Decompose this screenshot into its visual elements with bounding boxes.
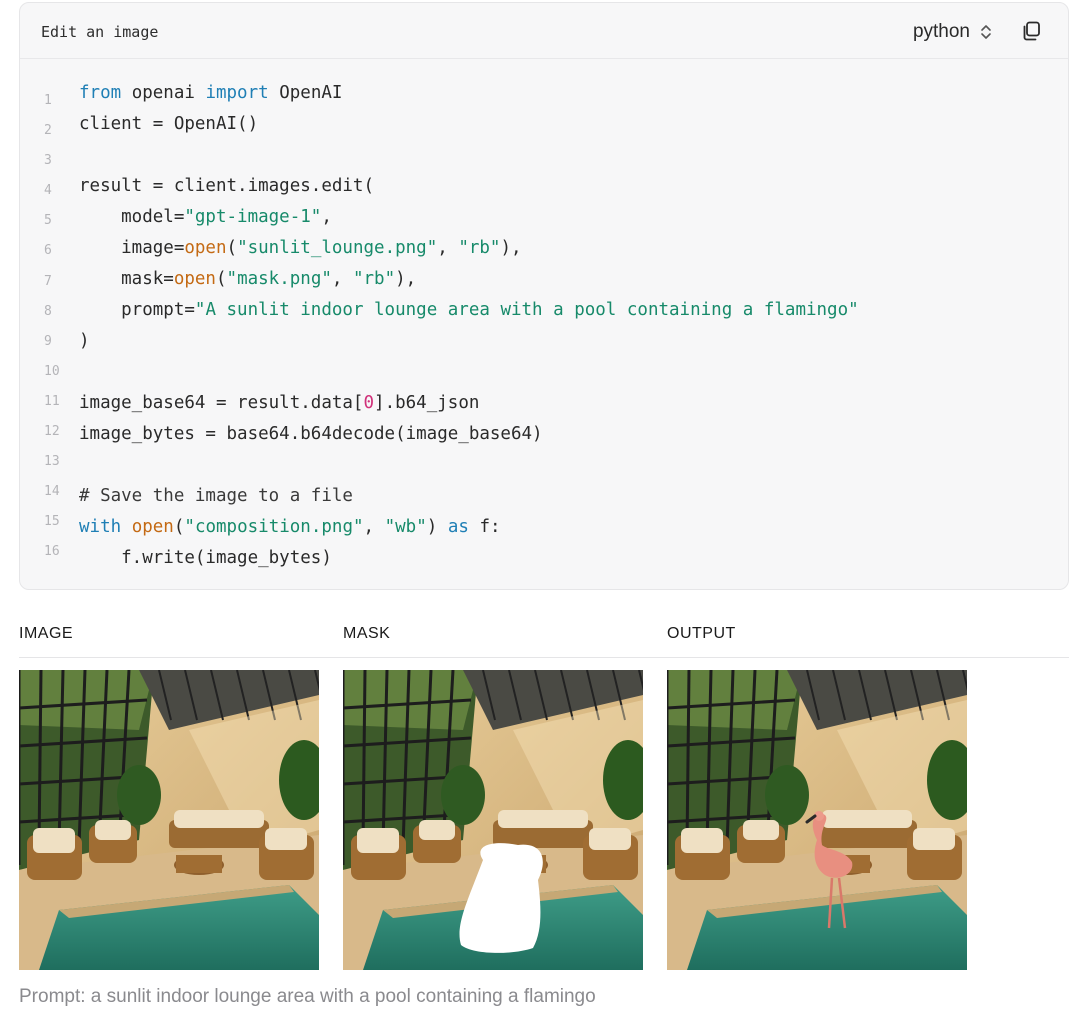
code-content: from openai import OpenAI client = OpenAI… <box>79 78 859 574</box>
code-token: "gpt-image-1" <box>184 207 322 227</box>
code-block-header: Edit an image python <box>20 3 1068 59</box>
code-token: "A sunlit indoor lounge area with a pool… <box>194 300 859 320</box>
code-token: , <box>437 238 459 258</box>
code-token: # Save the image to a file <box>79 486 353 506</box>
code-token: mask= <box>79 269 174 289</box>
code-token: ( <box>173 517 185 537</box>
code-token: "wb" <box>384 517 427 537</box>
code-line: from openai import OpenAI <box>79 78 859 109</box>
code-line: prompt="A sunlit indoor lounge area with… <box>79 295 859 326</box>
code-token: 0 <box>363 393 375 413</box>
column-label-output: OUTPUT <box>667 625 736 642</box>
code-body: 1 2 3 4 5 6 7 8 9 10 11 12 13 14 15 16 from openai impo… <box>20 60 1068 589</box>
code-line: model="gpt-image-1", <box>79 202 859 233</box>
code-token: open <box>173 269 216 289</box>
line-number: 4 <box>44 183 52 199</box>
code-token: image_bytes = base64.b64decode(image_bas… <box>79 424 543 444</box>
code-token: from <box>79 83 122 103</box>
line-number: 13 <box>44 454 60 470</box>
code-token: "rb" <box>352 269 396 289</box>
line-number: 3 <box>44 153 52 169</box>
line-number: 2 <box>44 123 52 139</box>
code-token: open <box>131 517 174 537</box>
code-token: ), <box>500 238 522 258</box>
line-number: 15 <box>44 514 60 530</box>
code-line: # Save the image to a file <box>79 481 859 512</box>
code-token: , <box>321 207 332 227</box>
code-token: image_base64 = result.data[ <box>79 393 364 413</box>
code-token: image= <box>79 238 185 258</box>
code-token: import <box>205 83 269 103</box>
code-token: f.write(image_bytes) <box>79 548 332 568</box>
line-number: 12 <box>44 424 60 440</box>
code-token: result = client.images.edit( <box>79 176 375 196</box>
code-block: Edit an image python 1 2 3 4 5 6 7 8 9 10 11 12 13 14… <box>19 2 1069 590</box>
code-token: "mask.png" <box>226 269 332 289</box>
code-token: , <box>331 269 353 289</box>
code-line: client = OpenAI() <box>79 109 859 140</box>
code-token: "sunlit_lounge.png" <box>237 238 438 258</box>
code-line: ) <box>79 326 859 357</box>
gallery-header: IMAGE MASK OUTPUT <box>19 622 1069 658</box>
chevron-up-down-icon <box>981 25 991 39</box>
code-token: as <box>447 517 469 537</box>
code-token: ) <box>426 517 448 537</box>
code-token: "composition.png" <box>184 517 364 537</box>
language-select[interactable]: python <box>913 18 992 46</box>
code-token: open <box>184 238 227 258</box>
code-token: f: <box>468 517 501 537</box>
code-token: prompt= <box>79 300 195 320</box>
code-token: ( <box>215 269 227 289</box>
code-line: f.write(image_bytes) <box>79 543 859 574</box>
code-token: "rb" <box>458 238 501 258</box>
code-line: mask=open("mask.png", "rb"), <box>79 264 859 295</box>
line-number: 1 <box>44 93 52 108</box>
line-number: 6 <box>44 243 52 259</box>
line-number-gutter: 1 2 3 4 5 6 7 8 9 10 11 12 13 14 15 16 <box>20 86 80 568</box>
code-token: openai <box>121 83 206 103</box>
code-token: ) <box>79 331 90 351</box>
line-number: 8 <box>44 303 52 319</box>
code-token: ), <box>395 269 417 289</box>
line-number: 14 <box>44 484 60 500</box>
code-token: ( <box>226 238 238 258</box>
original-image <box>19 670 319 970</box>
code-line: image_base64 = result.data[0].b64_json <box>79 388 859 419</box>
line-number: 11 <box>44 393 60 409</box>
copy-icon[interactable] <box>1020 20 1042 42</box>
line-number: 7 <box>44 273 52 289</box>
code-token: with <box>79 517 122 537</box>
mask-image <box>343 670 643 970</box>
code-line: image_bytes = base64.b64decode(image_bas… <box>79 419 859 450</box>
prompt-caption: Prompt: a sunlit indoor lounge area with… <box>19 986 596 1007</box>
code-line: result = client.images.edit( <box>79 171 859 202</box>
column-label-mask: MASK <box>343 625 391 642</box>
line-number: 5 <box>44 213 52 229</box>
code-line: image=open("sunlit_lounge.png", "rb"), <box>79 233 859 264</box>
column-label-image: IMAGE <box>19 625 74 642</box>
line-number: 9 <box>44 333 52 349</box>
code-token: model= <box>79 207 185 227</box>
code-block-title: Edit an image <box>41 23 159 41</box>
code-token: , <box>363 517 385 537</box>
code-token: client = OpenAI() <box>79 114 259 134</box>
line-number: 16 <box>44 544 60 560</box>
code-token: ].b64_json <box>374 393 480 413</box>
code-line: with open("composition.png", "wb") as f: <box>79 512 859 543</box>
language-label: python <box>912 21 970 42</box>
output-image <box>667 670 967 970</box>
code-token: OpenAI <box>268 83 343 103</box>
line-number: 10 <box>44 363 60 379</box>
